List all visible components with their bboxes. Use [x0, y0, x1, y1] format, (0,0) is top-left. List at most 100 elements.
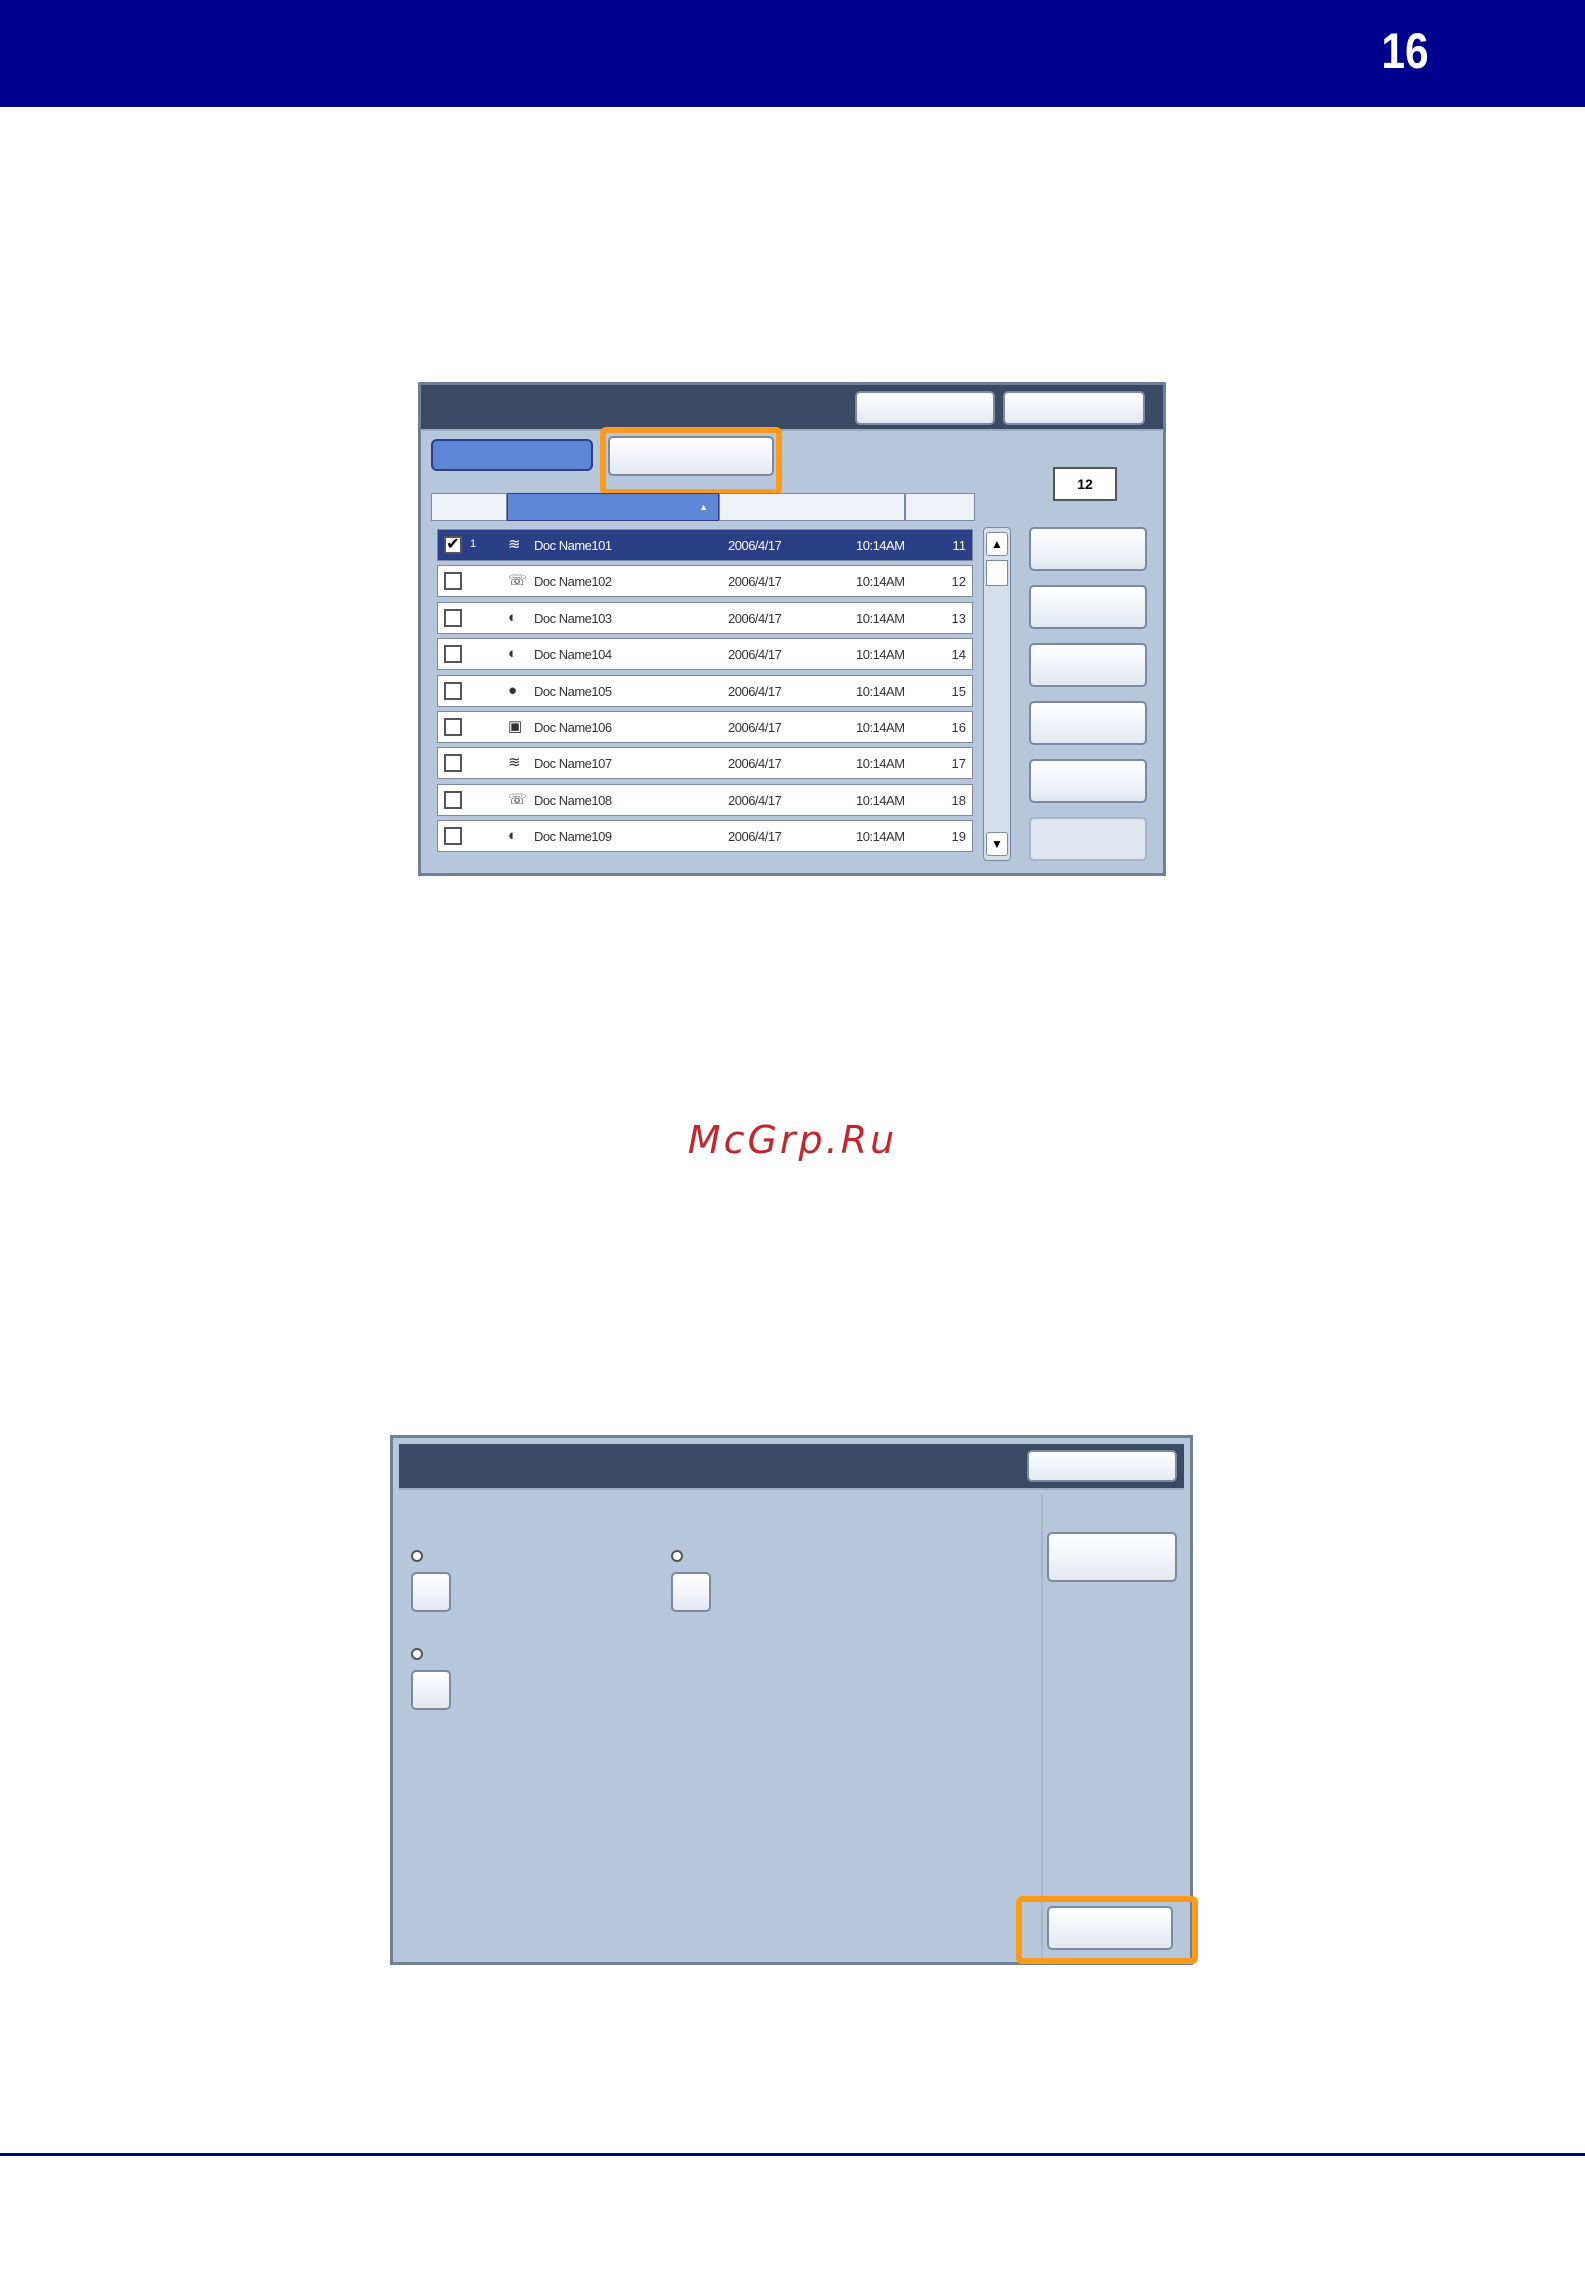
stapled-icon: ≋: [508, 754, 521, 772]
options-screen: [390, 1435, 1198, 1965]
row-document-name: Doc Name109: [534, 829, 612, 845]
option-1-button[interactable]: [411, 1572, 451, 1612]
row-number: 13: [951, 610, 966, 626]
list-scrollbar[interactable]: ▲ ▼: [983, 527, 1011, 861]
sort-ascending-icon: ▲: [699, 502, 708, 512]
row-date: 2006/4/17: [728, 574, 782, 590]
row-checkbox[interactable]: [444, 608, 462, 627]
page-number: 16: [1381, 23, 1429, 79]
tab-list-selected[interactable]: [431, 439, 593, 471]
row-document-name: Doc Name108: [534, 792, 612, 808]
row-time: 10:14AM: [856, 683, 905, 699]
row-checkbox[interactable]: ✔: [444, 536, 462, 554]
row-time: 10:14AM: [856, 720, 905, 735]
table-row[interactable]: ● Doc Name105 2006/4/17 10:14AM 15: [437, 674, 973, 707]
document-count: 12: [1053, 467, 1117, 501]
row-date: 2006/4/17: [728, 647, 782, 663]
row-time: 10:14AM: [856, 756, 905, 772]
side-button-1[interactable]: [1029, 527, 1147, 571]
row-number: 14: [951, 647, 966, 663]
row-date: 2006/4/17: [728, 610, 782, 626]
side-button-6-disabled: [1029, 817, 1147, 861]
scan-icon: ◐: [508, 645, 518, 663]
row-time: 10:14AM: [856, 538, 905, 553]
radio-option-3[interactable]: [411, 1648, 423, 1660]
row-time: 10:14AM: [856, 647, 905, 663]
table-row[interactable]: ≋ Doc Name107 2006/4/17 10:14AM 17: [437, 747, 973, 780]
save-button[interactable]: [1047, 1906, 1173, 1950]
radio-option-1[interactable]: [411, 1550, 423, 1562]
row-time: 10:14AM: [856, 574, 905, 590]
header-bar: [0, 0, 1585, 107]
column-header-check[interactable]: [431, 493, 507, 521]
row-document-name: Doc Name107: [534, 756, 612, 772]
scan-icon: ◐: [508, 608, 518, 626]
table-row[interactable]: ✔ 1 ≋ Doc Name101 2006/4/17 10:14AM 11: [437, 529, 973, 561]
row-checkbox[interactable]: [444, 681, 462, 700]
row-number: 16: [951, 720, 966, 735]
table-row[interactable]: ◐ Doc Name103 2006/4/17 10:14AM 13: [437, 601, 973, 634]
row-time: 10:14AM: [856, 792, 905, 808]
row-number: 12: [951, 574, 966, 590]
radio-option-2[interactable]: [671, 1550, 683, 1562]
scroll-up-icon[interactable]: ▲: [986, 532, 1008, 556]
row-number: 11: [952, 538, 967, 553]
row-checkbox[interactable]: [444, 754, 462, 773]
box-icon: ▣: [508, 718, 523, 735]
table-row[interactable]: ☏ Doc Name108 2006/4/17 10:14AM 18: [437, 783, 973, 816]
row-time: 10:14AM: [856, 829, 905, 845]
row-checkbox[interactable]: [444, 718, 462, 736]
row-document-name: Doc Name106: [534, 720, 612, 735]
title-button-2[interactable]: [1003, 391, 1145, 425]
row-number: 19: [951, 829, 966, 845]
side-action-button[interactable]: [1047, 1532, 1177, 1582]
side-button-2[interactable]: [1029, 585, 1147, 629]
row-document-name: Doc Name101: [534, 538, 612, 553]
row-document-name: Doc Name105: [534, 683, 612, 699]
side-button-3[interactable]: [1029, 643, 1147, 687]
footer-rule: [0, 2153, 1585, 2156]
fax-icon: ☏: [508, 790, 527, 808]
row-checkbox[interactable]: [444, 572, 462, 591]
row-date: 2006/4/17: [728, 756, 782, 772]
table-row[interactable]: ☏ Doc Name102 2006/4/17 10:14AM 12: [437, 565, 973, 598]
column-header-name-sorted[interactable]: ▲: [507, 493, 719, 521]
tab-thumbnail[interactable]: [608, 436, 774, 476]
table-row[interactable]: ▣ Doc Name106 2006/4/17 10:14AM 16: [437, 711, 973, 743]
watermark: McGrp.Ru: [687, 1118, 898, 1162]
globe-icon: ●: [508, 681, 518, 699]
column-header-date[interactable]: [719, 493, 905, 521]
row-document-name: Doc Name102: [534, 574, 612, 590]
row-date: 2006/4/17: [728, 683, 782, 699]
row-date: 2006/4/17: [728, 829, 782, 845]
column-header-number[interactable]: [905, 493, 975, 521]
scroll-down-icon[interactable]: ▼: [986, 832, 1008, 856]
document-list-screen: 12 ▲ ✔ 1 ≋ Doc Name101 2006/4/17 10:14AM 11 ☏ Do…: [418, 382, 1166, 876]
row-number: 18: [951, 792, 966, 808]
title-button-1[interactable]: [855, 391, 995, 425]
row-number: 17: [951, 756, 966, 772]
title-button[interactable]: [1027, 1450, 1177, 1482]
row-date: 2006/4/17: [728, 538, 782, 553]
row-date: 2006/4/17: [728, 792, 782, 808]
row-document-name: Doc Name104: [534, 647, 612, 663]
row-checkbox[interactable]: [444, 827, 462, 846]
side-button-5[interactable]: [1029, 759, 1147, 803]
row-number: 15: [951, 683, 966, 699]
option-3-button[interactable]: [411, 1670, 451, 1710]
row-date: 2006/4/17: [728, 720, 782, 735]
table-row[interactable]: ◐ Doc Name104 2006/4/17 10:14AM 14: [437, 638, 973, 671]
row-index: 1: [470, 538, 477, 550]
row-document-name: Doc Name103: [534, 610, 612, 626]
option-2-button[interactable]: [671, 1572, 711, 1612]
table-row[interactable]: ◐ Doc Name109 2006/4/17 10:14AM 19: [437, 820, 973, 853]
side-button-4[interactable]: [1029, 701, 1147, 745]
row-checkbox[interactable]: [444, 790, 462, 809]
row-checkbox[interactable]: [444, 645, 462, 664]
scan-icon: ◐: [508, 827, 518, 845]
stapled-icon: ≋: [508, 536, 521, 553]
fax-icon: ☏: [508, 572, 527, 590]
row-time: 10:14AM: [856, 610, 905, 626]
scroll-thumb[interactable]: [986, 560, 1008, 586]
panel-divider: [1041, 1494, 1043, 1960]
